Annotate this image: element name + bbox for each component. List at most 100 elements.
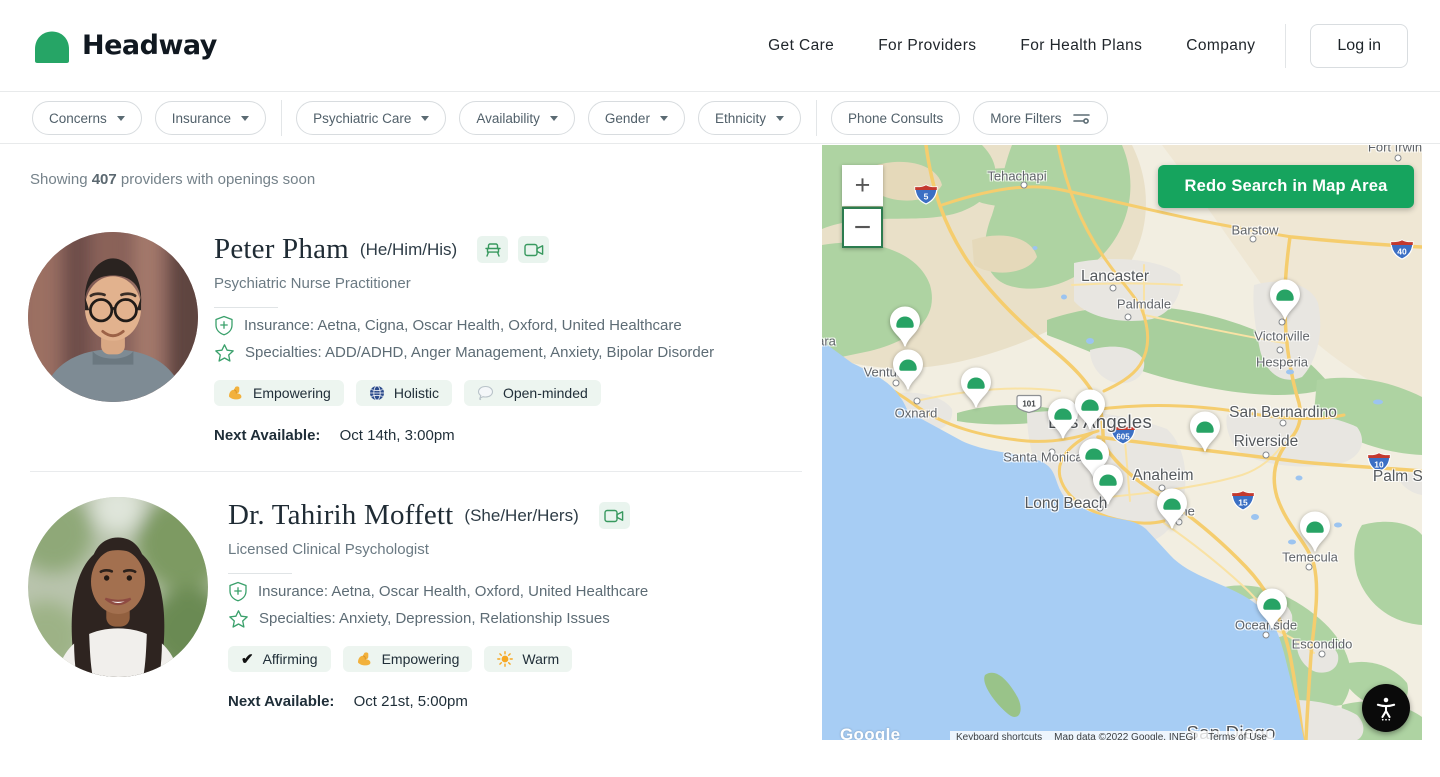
nav-company[interactable]: Company [1186,37,1255,55]
insurance-text: Insurance: Aetna, Cigna, Oscar Health, O… [244,316,682,336]
globe-icon [369,385,385,401]
page: Headway Get Care For Providers For Healt… [0,0,1440,777]
map-attribution: Keyboard shortcuts Map data ©2022 Google… [950,731,1273,740]
svg-text:101: 101 [1022,400,1036,409]
specialties-row: Specialties: ADD/ADHD, Anger Management,… [214,343,714,363]
map-pin[interactable] [959,366,993,410]
filter-phone-consults-label: Phone Consults [848,111,943,126]
summary-prefix: Showing [30,171,88,188]
svg-text:5: 5 [924,192,929,202]
badge-open-minded: Open-minded [464,380,601,406]
map-label-barstow: Barstow [1232,223,1279,238]
card-mini-divider [228,573,292,574]
accessibility-widget-button[interactable] [1362,684,1410,732]
filter-insurance[interactable]: Insurance [155,101,266,135]
filter-psychiatric-care-label: Psychiatric Care [313,111,411,126]
sun-icon [497,651,513,667]
map-label-palm-springs: Palm Springs [1373,468,1422,486]
terms-of-use-link[interactable]: Terms of Use [1202,731,1273,740]
filter-ethnicity[interactable]: Ethnicity [698,101,801,135]
map-pin[interactable] [1091,463,1125,507]
svg-text:40: 40 [1397,247,1407,257]
check-mark-icon: ✔ [241,652,254,667]
map-pin[interactable] [1298,510,1332,554]
shield-plus-icon [214,315,234,336]
map-pin[interactable] [1188,410,1222,454]
map-label-san-bernardino: San Bernardino [1229,404,1337,422]
map-pin[interactable] [891,348,925,392]
chevron-down-icon [776,116,784,121]
svg-text:605: 605 [1116,433,1130,442]
trait-badges: ✔ Affirming Empowering [228,646,648,672]
filter-phone-consults[interactable]: Phone Consults [831,101,960,135]
town-dot [1277,347,1284,354]
provider-name[interactable]: Peter Pham [214,233,349,266]
star-icon [214,343,235,363]
map-pin[interactable] [888,305,922,349]
badge-label: Open-minded [503,385,588,401]
town-dot [1263,632,1270,639]
filter-group-divider [281,100,282,136]
map-pin[interactable] [1155,487,1189,531]
filter-gender[interactable]: Gender [588,101,685,135]
interstate-5-shield: 5 [914,184,938,210]
map-pin[interactable] [1268,278,1302,322]
provider-title: Licensed Clinical Psychologist [228,541,648,558]
chair-icon [484,242,502,258]
google-logo[interactable]: Google [840,725,900,740]
next-available-label: Next Available: [214,427,320,444]
us-101-shield: 101 [1016,394,1042,419]
filter-concerns[interactable]: Concerns [32,101,142,135]
zoom-out-button[interactable]: − [842,207,883,248]
provider-name[interactable]: Dr. Tahirih Moffett [228,499,453,532]
filter-psychiatric-care[interactable]: Psychiatric Care [296,101,446,135]
zoom-in-button[interactable]: + [842,165,883,206]
map-pin[interactable] [1073,388,1107,432]
badge-empowering: Empowering [214,380,344,406]
headway-logo[interactable]: Headway [32,29,217,63]
accessibility-person-icon [1373,695,1399,721]
map-label-santa-barbara: Santa Barbara [822,334,836,349]
provider-card[interactable]: Dr. Tahirih Moffett (She/Her/Hers) Licen… [28,497,648,710]
filter-more-filters[interactable]: More Filters [973,101,1107,135]
card-mini-divider [214,307,278,308]
avatar[interactable] [28,232,198,402]
svg-text:15: 15 [1238,498,1248,508]
badge-empowering: Empowering [343,646,473,672]
login-button[interactable]: Log in [1310,24,1408,68]
map-label-lancaster: Lancaster [1081,268,1149,286]
shield-plus-icon [228,581,248,602]
chevron-down-icon [117,116,125,121]
town-dot [1395,155,1402,162]
provider-card[interactable]: Peter Pham (He/Him/His) [28,232,714,444]
specialties-text: Specialties: Anxiety, Depression, Relati… [259,609,610,629]
chevron-down-icon [421,116,429,121]
keyboard-shortcuts-link[interactable]: Keyboard shortcuts [950,731,1048,740]
video-camera-icon [524,243,544,257]
map-pin[interactable] [1255,587,1289,631]
card-separator [30,471,802,472]
flexed-biceps-icon [356,651,373,667]
town-dot [1125,314,1132,321]
next-available-row: Next Available: Oct 21st, 5:00pm [228,693,648,710]
nav-for-providers[interactable]: For Providers [878,37,976,55]
nav-get-care[interactable]: Get Care [768,37,834,55]
flexed-biceps-icon [227,385,244,401]
summary-suffix: providers with openings soon [121,171,315,188]
specialties-text: Specialties: ADD/ADHD, Anger Management,… [245,343,714,363]
nav-for-health-plans[interactable]: For Health Plans [1020,37,1142,55]
redo-search-button[interactable]: Redo Search in Map Area [1158,165,1414,208]
map-label-escondido: Escondido [1292,637,1353,652]
avatar[interactable] [28,497,208,677]
map-panel[interactable]: Tehachapi Fort Irwin Barstow Lancaster P… [822,145,1422,740]
badge-label: Holistic [394,385,439,401]
map-label-palmdale: Palmdale [1117,297,1171,312]
badge-label: Affirming [263,651,318,667]
video-camera-icon [604,509,624,523]
provider-title: Psychiatric Nurse Practitioner [214,275,714,292]
star-icon [228,609,249,629]
brand-name: Headway [82,30,217,61]
chevron-down-icon [550,116,558,121]
filter-availability[interactable]: Availability [459,101,575,135]
badge-label: Empowering [382,651,460,667]
